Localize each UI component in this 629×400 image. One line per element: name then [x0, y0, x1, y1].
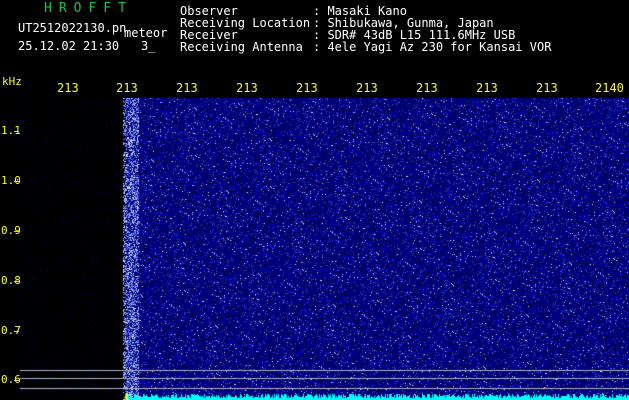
- frequency-axis: 1.1 1.0 0.9 0.8 0.7 0.6: [0, 98, 21, 400]
- antenna-value: : 4ele Yagi Az 230 for Kansai VOR: [313, 40, 552, 54]
- app-title: HROFFT: [44, 1, 133, 16]
- time-axis: kHz 213 213 213 213 213 213 213 213 213 …: [0, 72, 629, 98]
- time-tick-label: 213: [356, 81, 378, 95]
- freq-tick: [14, 231, 19, 232]
- counter: 3_: [141, 39, 156, 53]
- freq-tick: [14, 181, 19, 182]
- time-tick-label: 213: [416, 81, 438, 95]
- freq-tick: [14, 331, 19, 332]
- date-time: 25.12.02 21:30: [18, 39, 120, 53]
- time-tick-label: 213: [57, 81, 79, 95]
- spectrogram-panel[interactable]: [20, 98, 629, 400]
- antenna-label: Receiving Antenna: [180, 40, 303, 54]
- time-tick-label: 213: [176, 81, 198, 95]
- time-tick-label: 2140: [595, 81, 624, 95]
- time-tick-label: 213: [296, 81, 318, 95]
- freq-tick: [14, 380, 19, 381]
- app-mode: meteor: [124, 26, 168, 40]
- freq-tick: [14, 131, 19, 132]
- time-tick-label: 213: [476, 81, 498, 95]
- time-tick-label: 213: [116, 81, 138, 95]
- header-panel: HROFFT UT2512022130.pn meteor 25.12.02 2…: [0, 0, 629, 72]
- unit-label: kHz: [2, 75, 22, 88]
- time-tick-label: 213: [536, 81, 558, 95]
- freq-tick: [14, 281, 19, 282]
- time-tick-label: 213: [236, 81, 258, 95]
- spectrogram-canvas[interactable]: [20, 98, 629, 400]
- file-name: UT2512022130.pn: [18, 21, 127, 35]
